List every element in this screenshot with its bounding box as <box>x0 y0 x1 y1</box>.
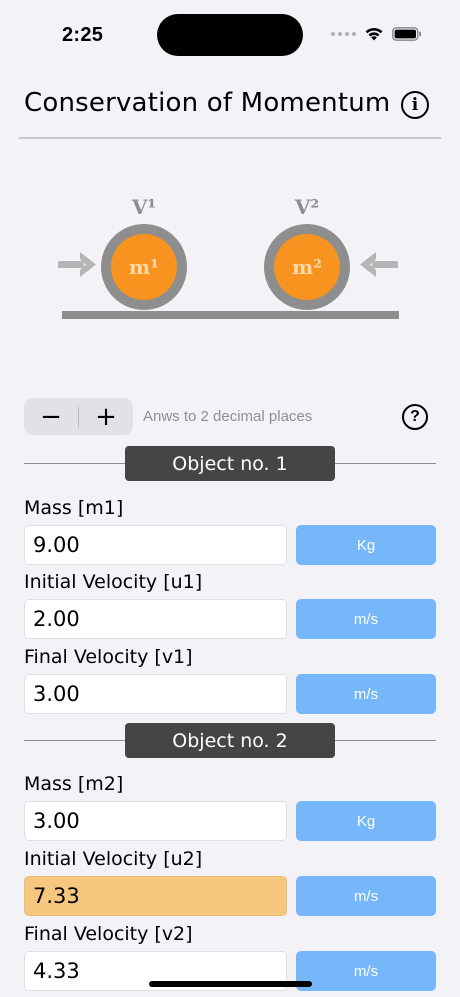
final-velocity-1-unit-button[interactable]: m/s <box>296 674 436 714</box>
velocity-1-label: V¹ <box>131 195 156 219</box>
question-icon: ? <box>410 408 420 425</box>
initial-velocity-1-unit-button[interactable]: m/s <box>296 599 436 639</box>
initial-velocity-2-unit-button[interactable]: m/s <box>296 876 436 916</box>
velocity-2-label: V² <box>294 195 319 219</box>
initial-velocity-1-label: Initial Velocity [u1] <box>24 571 203 593</box>
status-bar: 2:25 <box>0 0 460 70</box>
initial-velocity-2-label: Initial Velocity [u2] <box>24 848 203 870</box>
cellular-signal-icon <box>331 31 356 36</box>
nav-divider <box>19 137 441 139</box>
mass-1-unit-button[interactable]: Kg <box>296 525 436 565</box>
mass-2-label-text: Mass [m2] <box>24 773 124 795</box>
mass-2-label: m² <box>292 255 322 279</box>
status-icons <box>331 26 422 41</box>
home-indicator <box>149 981 312 987</box>
object-1-header: Object no. 1 <box>125 446 335 481</box>
wifi-icon <box>365 27 383 41</box>
info-icon: i <box>411 95 419 115</box>
object-2-header: Object no. 2 <box>125 723 335 758</box>
final-velocity-1-input[interactable]: 3.00 <box>24 674 287 714</box>
initial-velocity-2-input[interactable]: 7.33 <box>24 876 287 916</box>
status-time: 2:25 <box>62 24 104 46</box>
ground-line <box>62 311 399 319</box>
precision-label: Anws to 2 decimal places <box>143 408 313 425</box>
page-title: Conservation of Momentum <box>24 88 391 118</box>
final-velocity-2-unit-button[interactable]: m/s <box>296 951 436 991</box>
mass-1-label: m¹ <box>129 255 159 279</box>
mass-1-label-text: Mass [m1] <box>24 497 124 519</box>
decimal-places-stepper[interactable]: − + <box>24 398 133 435</box>
dynamic-island <box>157 14 303 56</box>
arrow-left-icon <box>360 252 398 277</box>
mass-1-input[interactable]: 9.00 <box>24 525 287 565</box>
decrement-button[interactable]: − <box>24 398 78 435</box>
info-button[interactable]: i <box>401 91 429 119</box>
final-velocity-2-label: Final Velocity [v2] <box>24 923 193 945</box>
mass-2-unit-button[interactable]: Kg <box>296 801 436 841</box>
mass-2-input[interactable]: 3.00 <box>24 801 287 841</box>
initial-velocity-1-input[interactable]: 2.00 <box>24 599 287 639</box>
collision-diagram: V¹ V² m¹ m² <box>58 195 399 319</box>
arrow-right-icon <box>58 252 96 277</box>
increment-button[interactable]: + <box>79 398 133 435</box>
battery-icon <box>392 26 421 41</box>
help-button[interactable]: ? <box>402 404 428 430</box>
final-velocity-1-label: Final Velocity [v1] <box>24 646 193 668</box>
